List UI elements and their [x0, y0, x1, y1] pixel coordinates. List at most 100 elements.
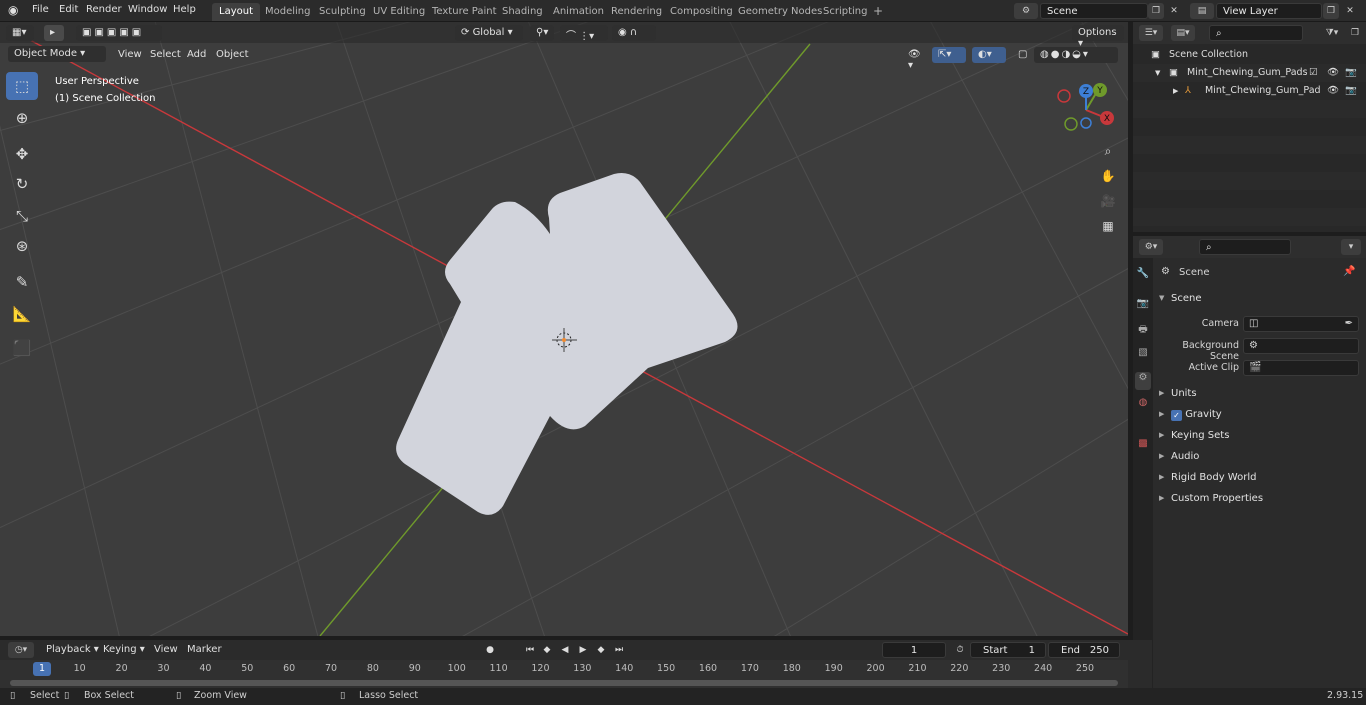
- timeline-view-menu[interactable]: View: [154, 644, 178, 655]
- delete-scene-icon[interactable]: ✕: [1166, 3, 1182, 19]
- timeline-scrollbar[interactable]: [10, 680, 1118, 686]
- jump-end-icon[interactable]: ⏭: [611, 643, 627, 658]
- menu-help[interactable]: Help: [173, 4, 196, 15]
- neg-x-axis-icon[interactable]: [1057, 89, 1071, 103]
- start-frame-field[interactable]: Start 1: [970, 642, 1046, 658]
- tab-layout[interactable]: Layout: [212, 3, 260, 21]
- world-tab-icon[interactable]: ◍: [1135, 397, 1151, 415]
- expand-right-icon[interactable]: ▶: [1173, 87, 1178, 95]
- render-camera-icon[interactable]: 📷: [1345, 85, 1357, 96]
- outliner-editor-type-icon[interactable]: ☰▾: [1139, 25, 1163, 41]
- new-scene-icon[interactable]: ❐: [1148, 3, 1164, 19]
- visibility-icon[interactable]: 👁▾: [902, 47, 930, 71]
- select-menu[interactable]: Select: [150, 49, 181, 60]
- prev-keyframe-icon[interactable]: ◆: [539, 643, 555, 658]
- snap-icon[interactable]: ⌒ ⋮▾: [560, 25, 608, 42]
- panel-scene-header[interactable]: ▼ Scene: [1153, 289, 1366, 309]
- tab-sculpting[interactable]: Sculpting: [312, 3, 373, 21]
- neg-z-axis-icon[interactable]: [1080, 117, 1092, 129]
- render-tab-icon[interactable]: 📷: [1135, 298, 1151, 316]
- view-layer-tab-icon[interactable]: ▧: [1135, 347, 1151, 365]
- menu-render[interactable]: Render: [86, 4, 122, 15]
- view-menu[interactable]: View: [118, 49, 142, 60]
- measure-tool-icon[interactable]: 📐: [6, 300, 38, 328]
- active-clip-field[interactable]: 🎬: [1243, 360, 1359, 376]
- display-mode-icon[interactable]: ▤▾: [1171, 25, 1195, 41]
- select-box-tool-icon[interactable]: ⬚: [6, 72, 38, 100]
- xray-toggle-icon[interactable]: ▢: [1012, 47, 1032, 63]
- rotate-tool-icon[interactable]: ↻: [6, 170, 38, 198]
- panel-audio[interactable]: ▶ Audio: [1153, 447, 1366, 467]
- new-collection-icon[interactable]: ❐: [1347, 25, 1363, 41]
- tab-geometry-nodes[interactable]: Geometry Nodes: [731, 3, 829, 21]
- tab-animation[interactable]: Animation: [546, 3, 611, 21]
- play-reverse-icon[interactable]: ◀: [557, 643, 573, 658]
- camera-field[interactable]: ◫ ✒: [1243, 316, 1359, 332]
- scene-tab-icon[interactable]: ⚙: [1135, 372, 1151, 390]
- delete-view-layer-icon[interactable]: ✕: [1342, 3, 1358, 19]
- properties-options-icon[interactable]: ▾: [1341, 239, 1361, 255]
- tab-rendering[interactable]: Rendering: [604, 3, 669, 21]
- view-layer-selector-icon[interactable]: ▤: [1190, 3, 1214, 19]
- zoom-icon[interactable]: ⌕: [1097, 140, 1119, 162]
- panel-units[interactable]: ▶ Units: [1153, 384, 1366, 404]
- exclude-checkbox[interactable]: ☑: [1309, 67, 1318, 78]
- eye-icon[interactable]: 👁: [1327, 67, 1339, 78]
- output-tab-icon[interactable]: 🖶: [1135, 322, 1151, 340]
- overlays-toggle-icon[interactable]: ◐▾: [972, 47, 1006, 63]
- record-icon[interactable]: ●: [482, 643, 498, 658]
- jump-start-icon[interactable]: ⏮: [522, 643, 538, 658]
- tab-compositing[interactable]: Compositing: [663, 3, 740, 21]
- expand-down-icon[interactable]: ▼: [1155, 69, 1160, 77]
- panel-rigid-body-world[interactable]: ▶ Rigid Body World: [1153, 468, 1366, 488]
- next-keyframe-icon[interactable]: ◆: [593, 643, 609, 658]
- properties-editor-type-icon[interactable]: ⚙▾: [1139, 239, 1163, 255]
- properties-search-input[interactable]: ⌕: [1199, 239, 1291, 255]
- gizmo-toggle-icon[interactable]: ⇱▾: [932, 47, 966, 63]
- editor-type-icon[interactable]: ▦▾: [6, 25, 34, 41]
- outliner-row-object[interactable]: ▶ ⅄ Mint_Chewing_Gum_Pad 👁 📷: [1133, 82, 1366, 100]
- render-camera-icon[interactable]: 📷: [1345, 67, 1357, 78]
- add-menu[interactable]: Add: [187, 49, 206, 60]
- texture-tab-icon[interactable]: ▩: [1135, 438, 1151, 456]
- timeline-editor-type-icon[interactable]: ◷▾: [8, 642, 34, 658]
- panel-gravity[interactable]: ▶ ✓ Gravity: [1153, 405, 1366, 425]
- menu-edit[interactable]: Edit: [59, 4, 78, 15]
- annotate-tool-icon[interactable]: ✎: [6, 268, 38, 296]
- neg-y-axis-icon[interactable]: [1064, 117, 1078, 131]
- add-workspace-button[interactable]: +: [866, 1, 890, 19]
- outliner-row-collection[interactable]: ▼ ▣ Mint_Chewing_Gum_Pads_Wh ☑ 👁 📷: [1133, 64, 1366, 82]
- menu-file[interactable]: File: [32, 4, 49, 15]
- background-scene-field[interactable]: ⚙: [1243, 338, 1359, 354]
- tab-modeling[interactable]: Modeling: [258, 3, 318, 21]
- filter-icon[interactable]: ⧩▾: [1319, 25, 1345, 41]
- panel-keying-sets[interactable]: ▶ Keying Sets: [1153, 426, 1366, 446]
- object-menu[interactable]: Object: [216, 49, 249, 60]
- scene-selector-icon[interactable]: ⚙: [1014, 3, 1038, 19]
- outliner-search-input[interactable]: ⌕: [1209, 25, 1303, 41]
- new-view-layer-icon[interactable]: ❐: [1323, 3, 1339, 19]
- tab-texture-paint[interactable]: Texture Paint: [425, 3, 504, 21]
- tab-uv-editing[interactable]: UV Editing: [366, 3, 432, 21]
- select-tool-icon[interactable]: ▸: [44, 25, 64, 41]
- menu-window[interactable]: Window: [128, 4, 167, 15]
- marker-menu[interactable]: Marker: [187, 644, 222, 655]
- transform-orientation-dropdown[interactable]: ⟳ Global ▾: [455, 25, 523, 41]
- end-frame-field[interactable]: End 250: [1048, 642, 1120, 658]
- pan-hand-icon[interactable]: ✋: [1097, 165, 1119, 187]
- play-icon[interactable]: ▶: [575, 643, 591, 658]
- cursor-tool-icon[interactable]: ⊕: [6, 104, 38, 132]
- eye-icon[interactable]: 👁: [1327, 85, 1339, 96]
- camera-view-icon[interactable]: 🎥: [1097, 190, 1119, 212]
- current-frame-field[interactable]: 1: [882, 642, 946, 658]
- options-dropdown[interactable]: Options ▾: [1072, 25, 1124, 49]
- perspective-toggle-icon[interactable]: ▦: [1097, 215, 1119, 237]
- add-cube-tool-icon[interactable]: ⬛: [6, 334, 38, 362]
- object-mode-dropdown[interactable]: Object Mode ▾: [8, 46, 106, 62]
- selection-mode-icons[interactable]: ▣▣▣▣▣: [76, 25, 162, 41]
- stopwatch-icon[interactable]: ⏱: [952, 643, 968, 658]
- scale-tool-icon[interactable]: ⤡: [6, 202, 38, 230]
- transform-tool-icon[interactable]: ⊛: [6, 232, 38, 260]
- view-layer-field[interactable]: View Layer: [1216, 3, 1322, 19]
- tool-tab-icon[interactable]: 🔧: [1135, 268, 1151, 286]
